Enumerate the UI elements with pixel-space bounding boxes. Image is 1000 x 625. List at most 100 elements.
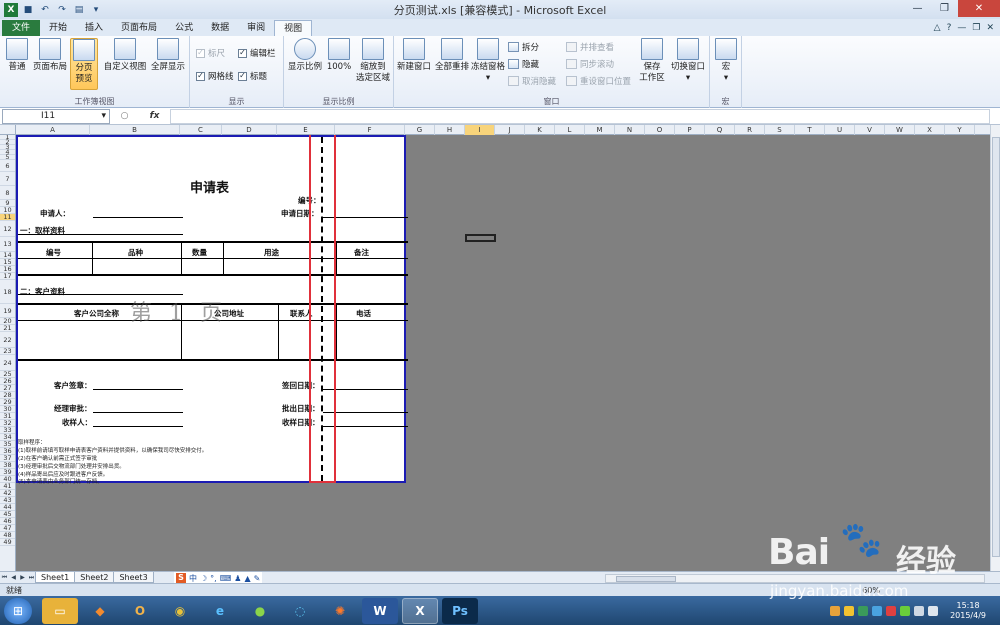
first-sheet-icon[interactable]: ⏮ [0, 574, 9, 582]
column-header[interactable]: C [180, 125, 222, 135]
save-workspace-button[interactable]: 保存 工作区 [636, 38, 668, 84]
column-header[interactable]: K [525, 125, 555, 135]
tab-file[interactable]: 文件 [2, 20, 41, 36]
sogou-ime-icon[interactable]: S [176, 573, 186, 583]
redo-icon[interactable]: ↷ [55, 3, 69, 17]
tray-icon[interactable] [844, 605, 855, 616]
page-break-preview-button[interactable]: 分页 预览 [70, 38, 98, 90]
zoom-100-button[interactable]: 100% [324, 38, 354, 73]
column-header[interactable]: P [675, 125, 705, 135]
chrome-taskbar-icon[interactable]: ◉ [162, 598, 198, 624]
tab-insert[interactable]: 插入 [76, 20, 112, 36]
ime-tools-icon[interactable]: ✎ [254, 574, 261, 583]
media-taskbar-icon[interactable]: ✺ [322, 598, 358, 624]
tray-icon[interactable] [830, 605, 841, 616]
row-header[interactable]: 19 [0, 304, 15, 318]
column-header[interactable]: V [855, 125, 885, 135]
close-button[interactable]: ✕ [958, 0, 1000, 17]
ime-keyboard-icon[interactable]: ⌨ [220, 574, 232, 583]
column-header[interactable]: E [277, 125, 335, 135]
page-layout-view-button[interactable]: 页面布局 [32, 38, 68, 73]
macros-button[interactable]: 宏 ▾ [714, 38, 738, 84]
minimize-ribbon-icon[interactable]: △ [934, 23, 941, 33]
row-header[interactable]: 12 [0, 221, 15, 237]
help-icon[interactable]: ? [947, 23, 952, 33]
browser-taskbar-icon[interactable]: ◌ [282, 598, 318, 624]
row-header[interactable]: 11 [0, 214, 15, 221]
undo-icon[interactable]: ↶ [38, 3, 52, 17]
row-header[interactable]: 22 [0, 332, 15, 348]
worksheet-area[interactable]: 申请表 编号： 申请人： 申请日期： 一：取样资料 编号 品种 数量 用途 备注… [16, 135, 990, 571]
row-header[interactable]: 13 [0, 237, 15, 252]
horizontal-scroll-thumb[interactable] [616, 576, 676, 582]
formula-input[interactable] [170, 108, 990, 124]
new-window-button[interactable]: 新建窗口 [396, 38, 432, 73]
view-side-by-side-button[interactable]: 并排查看 [566, 41, 614, 53]
start-button[interactable]: ⊞ [4, 597, 32, 624]
row-header[interactable]: 17 [0, 273, 15, 280]
wechat-taskbar-icon[interactable]: ● [242, 598, 278, 624]
column-header[interactable]: R [735, 125, 765, 135]
column-header[interactable]: L [555, 125, 585, 135]
column-header[interactable]: S [765, 125, 795, 135]
sheet-tab-sheet1[interactable]: Sheet1 [35, 572, 76, 583]
print-preview-icon[interactable]: ▤ [72, 3, 86, 17]
sheet-tab-sheet3[interactable]: Sheet3 [113, 572, 154, 583]
minimize-button[interactable]: — [904, 0, 931, 17]
save-icon[interactable]: ■ [21, 3, 35, 17]
tab-home[interactable]: 开始 [40, 20, 76, 36]
zoom-to-selection-button[interactable]: 缩放到 选定区域 [354, 38, 392, 84]
column-header[interactable]: H [435, 125, 465, 135]
column-header[interactable]: Y [945, 125, 975, 135]
switch-windows-button[interactable]: 切换窗口 ▾ [668, 38, 708, 84]
arrange-all-button[interactable]: 全部重排 [434, 38, 470, 73]
insert-function-button[interactable]: fx [150, 111, 160, 121]
full-screen-button[interactable]: 全屏显示 [148, 38, 188, 73]
ime-user-icon[interactable]: ♟ [234, 574, 241, 583]
row-header[interactable]: 23 [0, 348, 15, 355]
headings-checkbox[interactable]: ✓ 标题 [238, 70, 267, 82]
next-sheet-icon[interactable]: ▶ [18, 574, 27, 581]
vertical-scrollbar[interactable] [990, 125, 1000, 571]
column-header[interactable]: O [645, 125, 675, 135]
word-taskbar-icon[interactable]: W [362, 597, 398, 624]
row-header[interactable]: 49 [0, 539, 15, 546]
column-header[interactable]: W [885, 125, 915, 135]
workbook-minimize-icon[interactable]: — [957, 23, 966, 33]
ime-punctuation-icon[interactable]: °, [210, 574, 217, 583]
ime-skin-icon[interactable]: ▲ [244, 574, 250, 583]
outlook-taskbar-icon[interactable]: O [122, 598, 158, 624]
normal-view-button[interactable]: 普通 [4, 38, 30, 73]
custom-views-button[interactable]: 自定义视图 [102, 38, 148, 73]
row-header[interactable]: 24 [0, 355, 15, 371]
column-header[interactable]: I [465, 125, 495, 135]
taskbar-clock[interactable]: 15:18 2015/4/9 [950, 601, 986, 621]
customize-qat-icon[interactable]: ▾ [89, 3, 103, 17]
workbook-close-icon[interactable]: ✕ [986, 23, 994, 33]
gridlines-checkbox[interactable]: ✓ 网格线 [196, 70, 234, 82]
explorer-taskbar-icon[interactable]: ▭ [42, 597, 78, 624]
freeze-panes-button[interactable]: 冻结窗格 ▾ [470, 38, 506, 84]
restore-button[interactable]: ❐ [931, 0, 958, 17]
row-header[interactable]: 21 [0, 325, 15, 332]
split-button[interactable]: 拆分 [508, 41, 539, 53]
row-header[interactable]: 8 [0, 186, 15, 200]
unhide-button[interactable]: 取消隐藏 [508, 75, 556, 87]
prev-sheet-icon[interactable]: ◀ [9, 574, 18, 581]
tray-volume-icon[interactable] [928, 605, 939, 616]
column-header[interactable]: U [825, 125, 855, 135]
formula-bar-checkbox[interactable]: ✓ 编辑栏 [238, 47, 276, 59]
excel-app-icon[interactable]: X [4, 2, 18, 17]
zoom-level[interactable]: 60% [862, 586, 880, 595]
row-header[interactable]: 18 [0, 280, 15, 304]
ime-moon-icon[interactable]: ☽ [200, 574, 207, 583]
ime-chinese-mode-icon[interactable]: 中 [189, 573, 197, 584]
column-header[interactable]: M [585, 125, 615, 135]
tray-icon[interactable] [900, 605, 911, 616]
excel-taskbar-icon[interactable]: X [402, 597, 438, 624]
hide-button[interactable]: 隐藏 [508, 58, 539, 70]
column-header[interactable]: B [90, 125, 180, 135]
tray-network-icon[interactable] [914, 605, 925, 616]
horizontal-scrollbar[interactable] [605, 574, 985, 583]
name-box[interactable]: I11 ▾ [2, 108, 110, 124]
